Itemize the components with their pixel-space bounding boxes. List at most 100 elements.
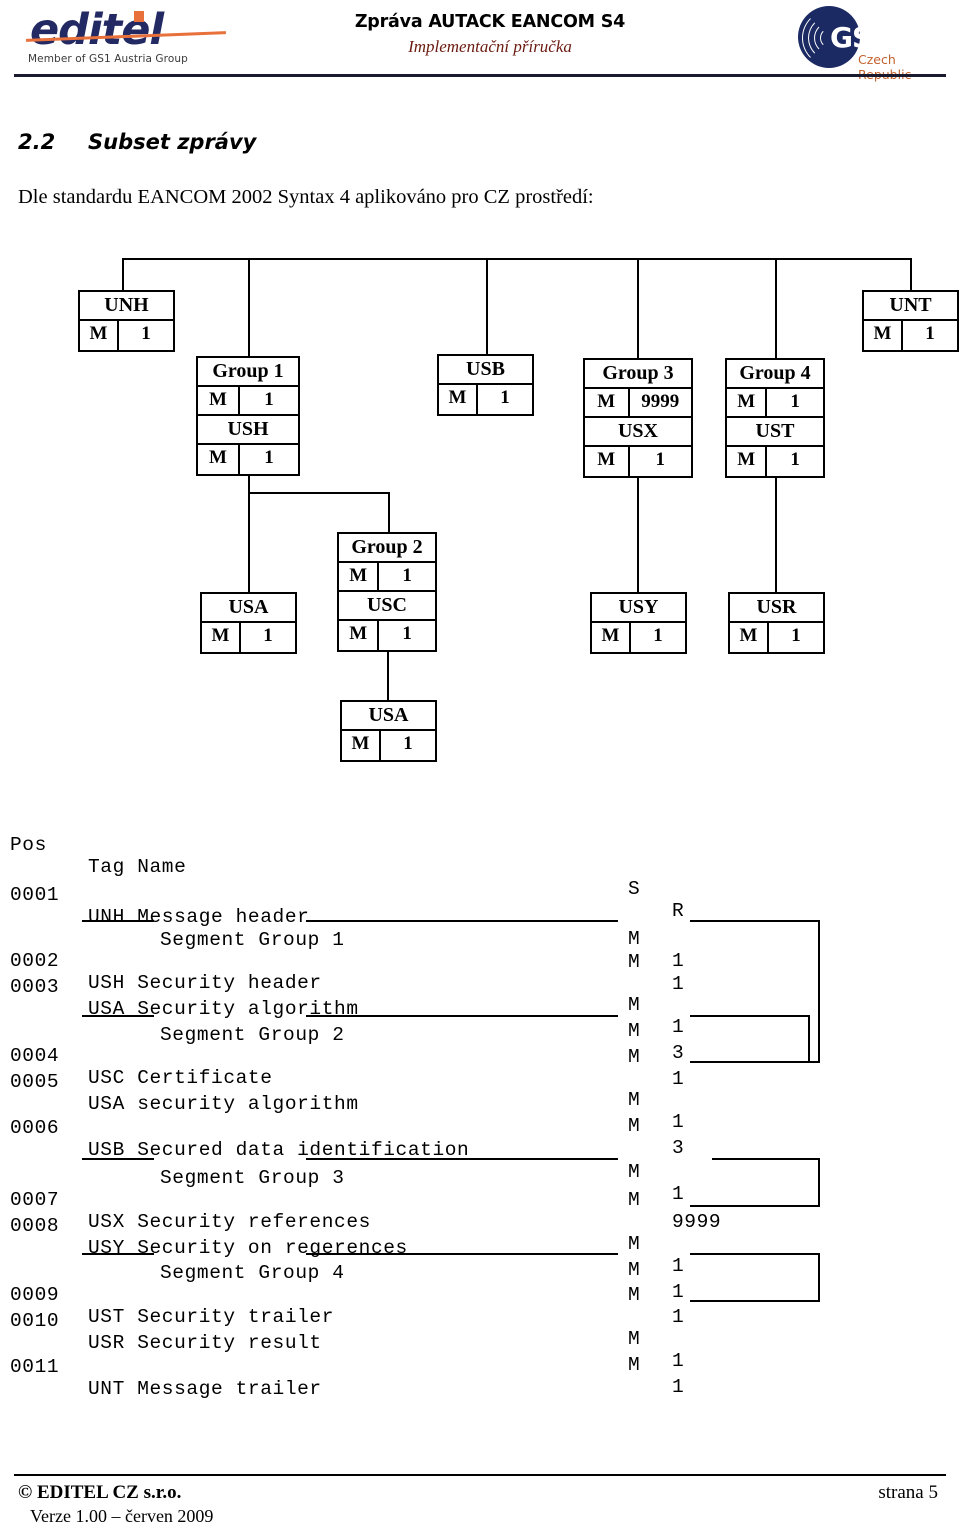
node-group3-r: 9999: [641, 391, 680, 412]
row-s: M: [628, 1259, 641, 1281]
group4-bracket-top: [690, 1253, 820, 1255]
row-pos: 0008: [10, 1215, 60, 1237]
group-label: Segment Group 1: [160, 929, 345, 951]
node-unt-status: M 1: [864, 321, 957, 350]
node-group3: Group 3 M 9999 USX M 1: [583, 358, 693, 478]
trunk-drop-group3: [637, 258, 639, 358]
node-unh-m: M: [80, 321, 120, 350]
row-s: M: [628, 1089, 641, 1111]
group4-bracket-bottom: [690, 1300, 820, 1302]
row-s: M: [628, 1161, 641, 1183]
group2-bracket-side: [808, 1015, 810, 1062]
trunk-drop-unh: [122, 258, 124, 290]
group1-rule-right: [306, 920, 618, 922]
row-r: 3: [672, 1042, 685, 1064]
table-row: 0002 USH Security header M 1: [0, 928, 684, 1038]
row-tag-name: USC Certificate: [88, 1067, 273, 1089]
table-row: 0001 UNH Message header M 1: [0, 862, 684, 972]
node-ush-title: USH: [198, 416, 298, 445]
node-usa-left-title: USA: [202, 594, 295, 623]
table-row: 0008 USY Security on regerences M 1: [0, 1193, 684, 1303]
column-header-r: R: [672, 900, 685, 922]
group-r: 1: [672, 1306, 685, 1328]
group3-rule-right: [306, 1158, 618, 1160]
branch-drop-usa1: [248, 492, 250, 592]
group-r: 1: [672, 1068, 685, 1090]
table-row: 0003 USA Security algorithm M 3: [0, 954, 684, 1064]
node-usa-bottom-r: 1: [403, 733, 413, 754]
node-usy-status: M 1: [592, 623, 685, 652]
node-usa-left-status: M 1: [202, 623, 295, 652]
page-header: editel Member of GS1 Austria Group Zpráv…: [0, 0, 960, 82]
node-usb-title: USB: [439, 356, 532, 385]
section-number: 2.2: [18, 130, 56, 154]
group-r: 1: [672, 973, 685, 995]
trunk-drop-group4: [775, 258, 777, 358]
node-usr: USR M 1: [728, 592, 825, 654]
node-group2-m: M: [339, 563, 380, 590]
node-group2-r: 1: [402, 565, 412, 586]
row-pos: 0006: [10, 1117, 60, 1139]
footer-version: Verze 1.00 – červen 2009: [30, 1506, 214, 1526]
gs1-wordmark: GS1: [830, 21, 891, 54]
row-pos: 0005: [10, 1071, 60, 1093]
document-title: Zpráva AUTACK EANCOM S4: [354, 12, 626, 32]
page-title: Subset zprávy: [88, 130, 257, 154]
row-tag-name: USA security algorithm: [88, 1093, 359, 1115]
row-pos: 0003: [10, 976, 60, 998]
node-unt: UNT M 1: [862, 290, 959, 352]
row-r: 3: [672, 1137, 685, 1159]
group1-bracket-top: [690, 920, 820, 922]
node-unt-m: M: [864, 321, 904, 350]
node-ust-status: M 1: [727, 447, 823, 476]
node-group4-status: M 1: [727, 389, 823, 418]
node-group1-r: 1: [264, 389, 274, 410]
row-r: 1: [672, 1350, 685, 1372]
group3-descender-usy: [637, 474, 639, 592]
row-r: 1: [672, 950, 685, 972]
table-row: 0004 USC Certificate M 1: [0, 1023, 684, 1133]
node-unh-status: M 1: [80, 321, 173, 350]
row-tag-name: UST Security trailer: [88, 1306, 335, 1328]
group-s: M: [628, 1189, 641, 1211]
node-usa-left-m: M: [202, 623, 242, 652]
node-usb-status: M 1: [439, 385, 532, 414]
node-unt-r: 1: [925, 323, 935, 344]
node-group1-status: M 1: [198, 387, 298, 416]
group2-rule-left: [82, 1015, 154, 1017]
group2-rule-right: [306, 1015, 618, 1017]
row-tag-name: UNH Message header: [88, 906, 310, 928]
group2-bracket-bottom: [690, 1061, 810, 1063]
row-s: M: [628, 994, 641, 1016]
node-group1-title: Group 1: [198, 358, 298, 387]
group-s: M: [628, 951, 641, 973]
node-usb-r: 1: [500, 387, 510, 408]
group2-descender: [387, 648, 389, 700]
group2-bracket-top: [690, 1015, 810, 1017]
node-usb-m: M: [439, 385, 479, 414]
node-group2-status: M 1: [339, 563, 435, 592]
node-usy-title: USY: [592, 594, 685, 623]
node-usa-bottom-m: M: [342, 731, 382, 760]
header-divider: [14, 74, 946, 77]
segment-table: Pos Tag Name S R 0001 UNH Message header…: [0, 812, 960, 1400]
group3-rule-left: [82, 1158, 154, 1160]
node-usc-title: USC: [339, 592, 435, 621]
node-group4-r: 1: [790, 391, 800, 412]
node-group1-m: M: [198, 387, 240, 414]
row-tag-name: USY Security on regerences: [88, 1237, 408, 1259]
node-usc-m: M: [339, 621, 380, 650]
node-group1: Group 1 M 1 USH M 1: [196, 356, 300, 476]
node-ust-m: M: [727, 447, 768, 476]
node-usa-bottom-status: M 1: [342, 731, 435, 760]
column-header-s: S: [628, 878, 641, 900]
node-unh-title: UNH: [80, 292, 173, 321]
row-s: M: [628, 1354, 641, 1376]
node-group3-m: M: [585, 389, 630, 416]
column-header-pos: Pos: [10, 834, 47, 856]
row-pos: 0001: [10, 884, 60, 906]
group-label: Segment Group 4: [160, 1262, 345, 1284]
gs1-logo: GS1 Czech Republic: [790, 4, 940, 82]
table-row: 0011 UNT Message trailer: [0, 1334, 321, 1400]
table-row: 0006 USB Secured data identification M 1: [0, 1095, 684, 1205]
